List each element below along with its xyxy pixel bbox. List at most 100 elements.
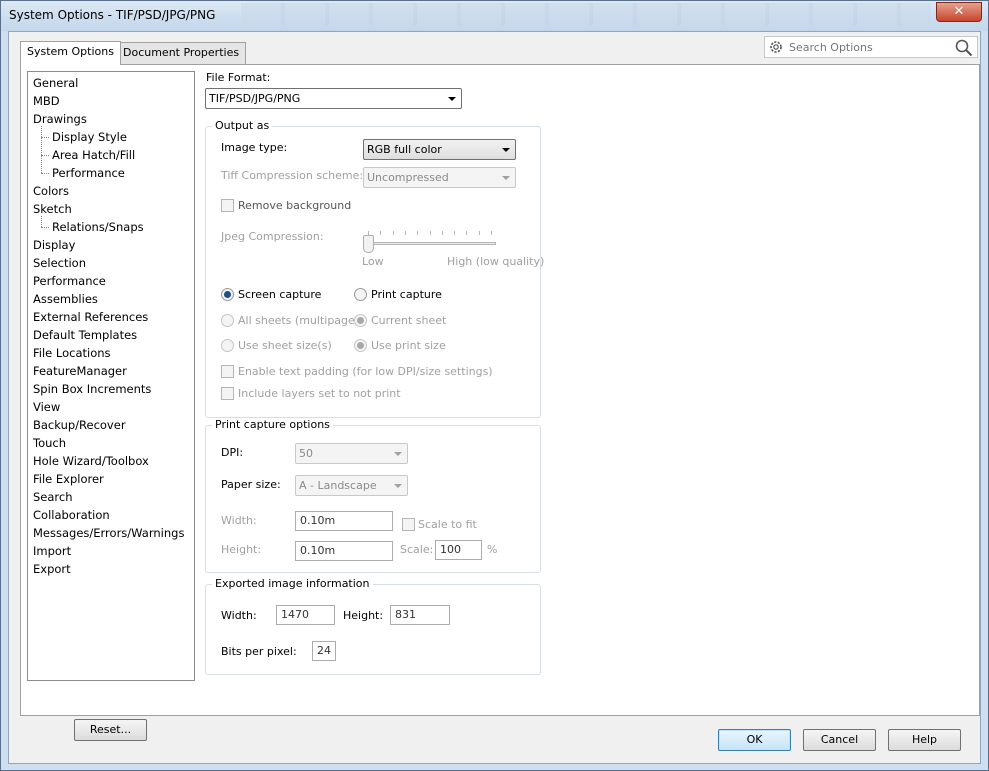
tree-item[interactable]: Area Hatch/Fill [52, 146, 135, 164]
tree-item[interactable]: Default Templates [33, 326, 137, 344]
tab-document-properties[interactable]: Document Properties [116, 42, 247, 64]
cancel-button[interactable]: Cancel [803, 729, 876, 751]
file-format-dropdown[interactable]: TIF/PSD/JPG/PNG [205, 88, 462, 109]
slider-tick [392, 231, 394, 235]
tree-item[interactable]: Collaboration [33, 506, 110, 524]
file-format-value: TIF/PSD/JPG/PNG [209, 92, 301, 105]
print-capture-options-title: Print capture options [212, 418, 333, 431]
tree-item[interactable]: FeatureManager [33, 362, 127, 380]
jpeg-compression-label: Jpeg Compression: [221, 230, 324, 243]
tree-connector [41, 227, 49, 228]
tree-item[interactable]: Hole Wizard/Toolbox [33, 452, 149, 470]
width-label: Width: [221, 514, 257, 527]
scale-field[interactable]: 100 [435, 540, 482, 560]
slider-tick [380, 231, 382, 235]
tree-connector [41, 155, 49, 156]
exported-height-field: 831 [390, 605, 450, 625]
remove-background-label: Remove background [238, 199, 352, 212]
slider-tick [478, 231, 480, 235]
slider-tick [429, 231, 431, 235]
dialog-client: System Options Document Properties Gener… [8, 31, 981, 764]
use-sheet-size-radio[interactable] [221, 339, 234, 352]
print-capture-options-group: Print capture options DPI: 50 Paper size… [205, 418, 541, 573]
tree-item[interactable]: General [33, 74, 78, 92]
exported-image-info-group: Exported image information Width: 1470 H… [205, 577, 541, 675]
tree-item[interactable]: Sketch [33, 200, 72, 218]
exported-height-label: Height: [343, 609, 384, 622]
current-sheet-radio[interactable] [354, 314, 367, 327]
jpeg-compression-slider-thumb[interactable] [363, 235, 374, 253]
search-input[interactable] [787, 39, 947, 55]
gear-icon [770, 41, 782, 53]
print-capture-radio[interactable] [354, 288, 367, 301]
tree-item[interactable]: Backup/Recover [33, 416, 126, 434]
screen-capture-radio[interactable] [221, 288, 234, 301]
image-type-value: RGB full color [367, 143, 442, 156]
slider-tick [454, 231, 456, 235]
tree-item[interactable]: Assemblies [33, 290, 98, 308]
chevron-down-icon [448, 97, 456, 101]
jpeg-high-label: High (low quality) [447, 255, 545, 268]
include-layers-label: Include layers set to not print [238, 387, 401, 400]
tree-item[interactable]: Colors [33, 182, 69, 200]
include-layers-checkbox[interactable] [221, 387, 234, 400]
ok-button[interactable]: OK [718, 729, 791, 751]
jpeg-compression-track[interactable] [363, 242, 496, 245]
close-button[interactable]: ✕ [936, 2, 982, 22]
paper-size-dropdown[interactable]: A - Landscape [295, 475, 408, 496]
slider-tick [466, 231, 468, 235]
search-options-box[interactable] [764, 36, 978, 58]
system-options-window: System Options - TIF/PSD/JPG/PNG ✕ Syste… [0, 0, 989, 771]
tree-item[interactable]: Search [33, 488, 73, 506]
print-capture-label: Print capture [371, 288, 442, 301]
tree-item[interactable]: Selection [33, 254, 86, 272]
slider-tick [491, 231, 492, 235]
tree-item[interactable]: Spin Box Increments [33, 380, 151, 398]
tab-system-options[interactable]: System Options [20, 41, 121, 65]
use-print-size-label: Use print size [371, 339, 446, 352]
dpi-value: 50 [299, 447, 313, 460]
image-type-dropdown[interactable]: RGB full color [363, 139, 516, 160]
tree-item[interactable]: File Explorer [33, 470, 104, 488]
height-field[interactable]: 0.10m [295, 541, 393, 561]
tree-item[interactable]: Performance [33, 272, 106, 290]
tree-item[interactable]: Messages/Errors/Warnings [33, 524, 184, 542]
tree-connector [41, 216, 42, 227]
percent-label: % [487, 543, 498, 556]
use-sheet-size-label: Use sheet size(s) [238, 339, 332, 352]
all-sheets-radio[interactable] [221, 314, 234, 327]
tree-item[interactable]: External References [33, 308, 148, 326]
search-icon[interactable] [955, 39, 973, 57]
tree-item[interactable]: Display [33, 236, 75, 254]
tree-item[interactable]: Performance [52, 164, 125, 182]
screen-capture-label: Screen capture [238, 288, 322, 301]
reset-button[interactable]: Reset... [74, 719, 147, 741]
tree-item[interactable]: Import [33, 542, 71, 560]
tree-item[interactable]: File Locations [33, 344, 111, 362]
title-bar[interactable]: System Options - TIF/PSD/JPG/PNG ✕ [1, 1, 988, 31]
exported-image-info-title: Exported image information [212, 577, 373, 590]
tree-item[interactable]: MBD [33, 92, 60, 110]
tiff-compression-dropdown[interactable]: Uncompressed [363, 167, 516, 188]
tree-connector [41, 137, 49, 138]
tree-item[interactable]: View [33, 398, 60, 416]
height-label: Height: [221, 543, 262, 556]
paper-size-label: Paper size: [221, 478, 281, 491]
scale-to-fit-checkbox[interactable] [402, 518, 415, 531]
tree-item[interactable]: Display Style [52, 128, 127, 146]
text-padding-checkbox[interactable] [221, 365, 234, 378]
slider-tick [441, 231, 443, 235]
paper-size-value: A - Landscape [299, 479, 377, 492]
file-format-label: File Format: [206, 71, 271, 84]
dpi-dropdown[interactable]: 50 [295, 443, 408, 464]
tree-item[interactable]: Export [33, 560, 71, 578]
chevron-down-icon [394, 484, 402, 488]
use-print-size-radio[interactable] [354, 339, 367, 352]
dpi-label: DPI: [221, 446, 244, 459]
width-field[interactable]: 0.10m [295, 511, 393, 531]
remove-background-checkbox[interactable] [221, 199, 234, 212]
chevron-down-icon [394, 452, 402, 456]
help-button[interactable]: Help [888, 729, 961, 751]
tree-item[interactable]: Relations/Snaps [52, 218, 144, 236]
tree-item[interactable]: Touch [33, 434, 66, 452]
